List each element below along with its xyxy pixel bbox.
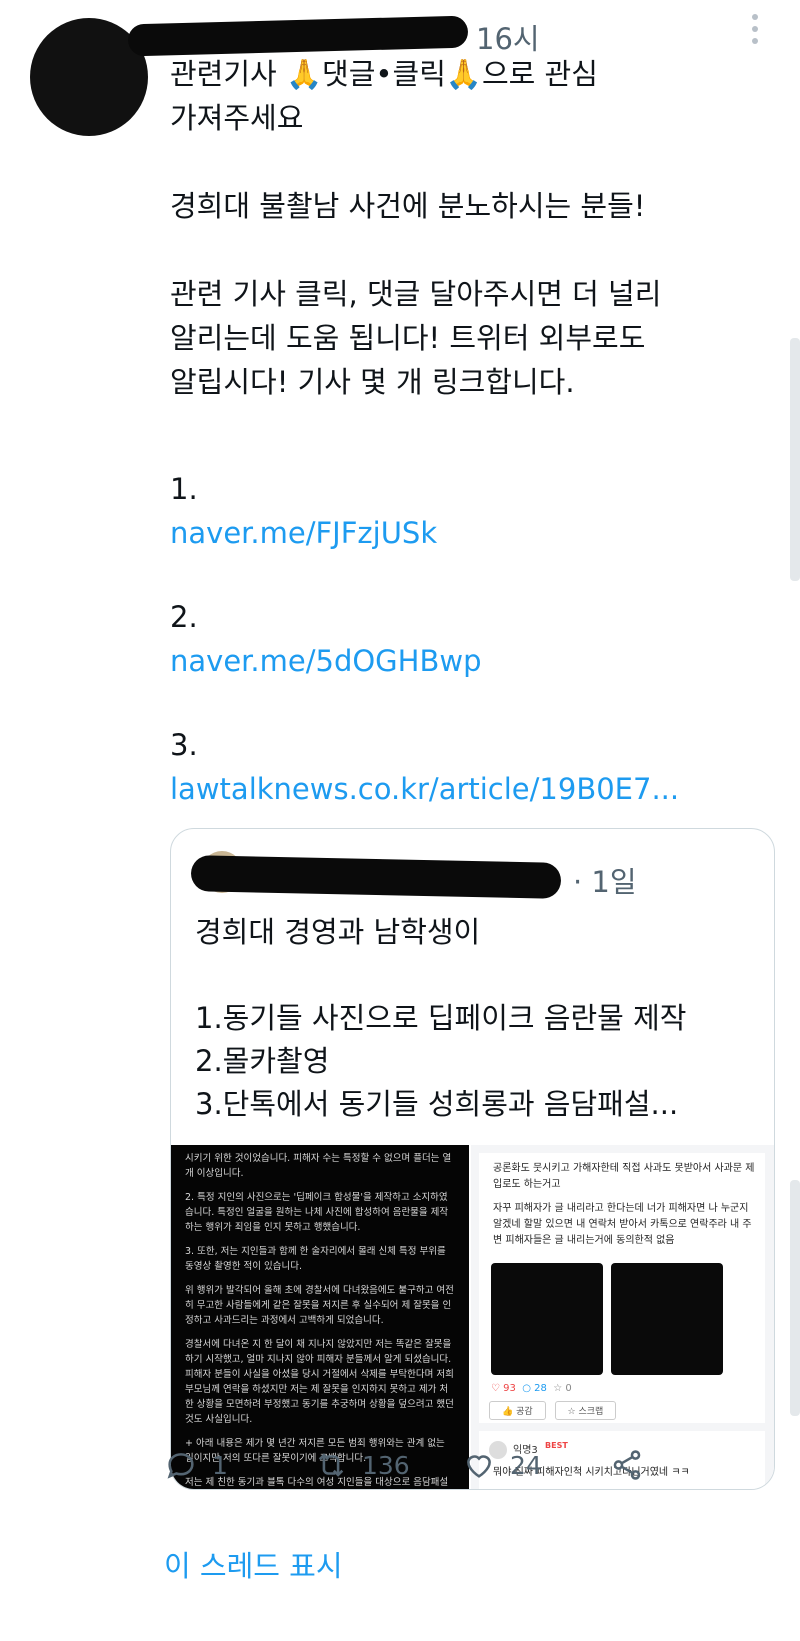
retweet-icon: [318, 1453, 344, 1477]
quoted-line: 2.몰카촬영: [195, 1044, 330, 1078]
image-paragraph: 3. 또한, 저는 지인들과 함께 한 술자리에서 몰래 신체 특정 부위를 동…: [185, 1246, 446, 1272]
share-icon: [613, 1450, 641, 1480]
quoted-timestamp: · 1일: [573, 865, 637, 899]
reply-button[interactable]: 1: [164, 1448, 228, 1482]
like-button[interactable]: 24: [462, 1448, 542, 1482]
like-count: 24: [510, 1450, 542, 1480]
quoted-text: 경희대 경영과 남학생이 1.동기들 사진으로 딥페이크 음란물 제작 2.몰카…: [195, 911, 755, 1126]
text-line: 가져주세요: [170, 101, 304, 135]
scrap-count: 0: [565, 1383, 572, 1394]
image-paragraph: 2. 특정 지인의 사진으로는 '딥페이크 합성물'을 제작하고 소지하였습니다…: [185, 1192, 449, 1233]
reply-count: 1: [212, 1450, 228, 1480]
quoted-image-community-post[interactable]: 공론화도 뭇시키고 가해자한테 직접 사과도 못받아서 사과문 제입로도 하는거…: [471, 1145, 774, 1489]
text-line: 알립시다! 기사 몇 개 링크합니다.: [170, 365, 575, 399]
comment-count: 28: [534, 1383, 547, 1394]
post-text: 공론화도 뭇시키고 가해자한테 직접 사과도 못받아서 사과문 제입로도 하는거…: [493, 1163, 755, 1190]
retweet-count: 136: [362, 1450, 410, 1480]
heart-icon: [467, 1455, 491, 1478]
like-icon: ♡: [491, 1383, 500, 1394]
tweet-text: 관련기사 🙏댓글•클릭🙏으로 관심 가져주세요 경희대 불촬남 사건에 분노하시…: [170, 52, 730, 811]
quoted-line: [195, 954, 755, 997]
like-count: 93: [503, 1383, 516, 1394]
article-link-3[interactable]: lawtalknews.co.kr/article/19B0E7...: [170, 767, 730, 811]
post-buttons: 👍 공감 ☆ 스크랩: [489, 1401, 622, 1420]
quoted-line: 경희대 경영과 남학생이: [195, 915, 481, 949]
comment-icon: ○: [522, 1383, 531, 1394]
image-paragraph: 위 행위가 발각되어 올해 초에 경찰서에 다녀왔음에도 불구하고 여전히 무고…: [185, 1285, 454, 1326]
quoted-line: 3.단톡에서 동기들 성희롱과 음담패설...: [195, 1087, 679, 1121]
link-number: 1.: [170, 472, 198, 506]
text-line: 관련 기사 클릭, 댓글 달아주시면 더 널리: [170, 277, 662, 311]
link-number: 2.: [170, 600, 198, 634]
share-button[interactable]: [610, 1448, 658, 1482]
show-thread-link[interactable]: 이 스레드 표시: [164, 1543, 343, 1585]
text-line: 경희대 불촬남 사건에 분노하시는 분들!: [170, 189, 646, 223]
post-thumbnail: [491, 1263, 603, 1375]
post-text: 자꾸 피해자가 글 내리라고 한다는데 너가 피해자면 나 누군지 알겠네 할말…: [493, 1203, 752, 1246]
retweet-button[interactable]: 136: [314, 1448, 410, 1482]
reply-icon: [167, 1453, 194, 1479]
link-number: 3.: [170, 728, 198, 762]
quoted-tweet[interactable]: · 1일 경희대 경영과 남학생이 1.동기들 사진으로 딥페이크 음란물 제작…: [170, 828, 775, 1490]
post-card: 공론화도 뭇시키고 가해자한테 직접 사과도 못받아서 사과문 제입로도 하는거…: [479, 1153, 765, 1423]
tweet-actions: 1 136 24: [164, 1448, 684, 1488]
author-name-redacted[interactable]: [127, 15, 469, 57]
text-line: 알리는데 도움 됩니다! 트위터 외부로도: [170, 321, 646, 355]
post-thumbnail: [611, 1263, 723, 1375]
right-edge-strip: [790, 1180, 800, 1416]
article-link-1[interactable]: naver.me/FJFzjUSk: [170, 511, 730, 555]
image-paragraph: 시키기 위한 것이었습니다. 피해자 수는 특정할 수 없으며 플더는 열 개 …: [185, 1153, 452, 1179]
right-edge-strip: [790, 338, 800, 581]
quoted-author-name-redacted: [190, 855, 562, 899]
image-paragraph: 경찰서에 다녀온 지 한 달이 채 지나지 않았지만 저는 똑같은 잘못을 하기…: [185, 1339, 454, 1425]
post-stats: ♡ 93 ○ 28 ☆ 0: [491, 1383, 572, 1394]
quoted-image-statement[interactable]: 시키기 위한 것이었습니다. 피해자 수는 특정할 수 없으며 플더는 열 개 …: [171, 1145, 469, 1489]
more-options-icon[interactable]: [748, 14, 762, 50]
scrap-button: ☆ 스크랩: [554, 1401, 617, 1420]
star-icon: ☆: [553, 1383, 563, 1394]
text-line: 관련기사 🙏댓글•클릭🙏으로 관심: [170, 57, 598, 91]
quoted-line: 1.동기들 사진으로 딥페이크 음란물 제작: [195, 1001, 687, 1035]
article-link-2[interactable]: naver.me/5dOGHBwp: [170, 639, 730, 683]
empathy-button: 👍 공감: [489, 1401, 546, 1420]
